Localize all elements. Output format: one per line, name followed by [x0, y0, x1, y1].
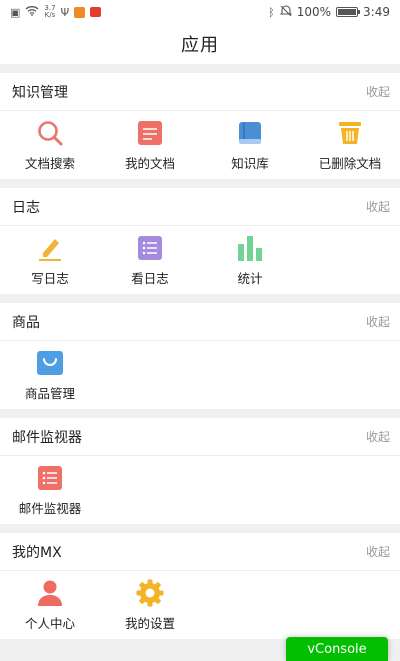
section-title: 日志	[12, 199, 40, 216]
collapse-button[interactable]: 收起	[366, 313, 390, 330]
app-item-label: 邮件监视器	[18, 500, 82, 516]
status-bar-left: ▣ 3.7 K/s Ψ	[10, 5, 102, 19]
battery-icon	[336, 7, 361, 17]
section-header: 知识管理 收起	[0, 73, 400, 111]
app-item-label: 个人中心	[24, 615, 75, 631]
section-header: 商品 收起	[0, 303, 400, 341]
status-bar: ▣ 3.7 K/s Ψ ᛒ 100% 3:49	[0, 0, 400, 24]
app-grid: 商品管理	[0, 341, 400, 409]
usb-icon: Ψ	[60, 5, 70, 19]
pencil-icon	[36, 234, 64, 262]
app-item[interactable]: 统计	[200, 234, 300, 287]
trash-icon	[336, 119, 364, 147]
section-log: 日志 收起 写日志 看日志 统计	[0, 188, 400, 294]
section-title: 我的MX	[12, 544, 62, 561]
app-grid: 文档搜索 我的文档 知识库 已删除文档	[0, 111, 400, 179]
search-icon	[36, 119, 64, 147]
app-item[interactable]: 知识库	[200, 119, 300, 172]
section-knowledge: 知识管理 收起 文档搜索 我的文档 知识库 已删除文档	[0, 73, 400, 179]
notification-icon: ▣	[10, 5, 21, 19]
section-my-mx: 我的MX 收起 个人中心 我的设置	[0, 533, 400, 639]
section-header: 日志 收起	[0, 188, 400, 226]
status-bar-right: ᛒ 100% 3:49	[268, 4, 390, 20]
app-item-label: 统计	[237, 270, 263, 286]
app-item-label: 我的设置	[124, 615, 175, 631]
collapse-button[interactable]: 收起	[366, 83, 390, 100]
clock: 3:49	[363, 5, 390, 19]
app-item-label: 知识库	[231, 155, 269, 171]
list-icon	[136, 234, 164, 262]
app-item-label: 已删除文档	[318, 155, 382, 171]
app-item[interactable]: 邮件监视器	[0, 464, 100, 517]
app-grid: 个人中心 我的设置	[0, 571, 400, 639]
section-title: 知识管理	[12, 84, 68, 101]
bluetooth-icon: ᛒ	[268, 5, 275, 19]
shopping-bag-icon	[36, 349, 64, 377]
app-item-label: 我的文档	[124, 155, 175, 171]
app-item[interactable]: 我的文档	[100, 119, 200, 172]
bar-chart-icon	[236, 234, 264, 262]
app-item-label: 商品管理	[24, 385, 75, 401]
person-icon	[36, 579, 64, 607]
app-item[interactable]: 已删除文档	[300, 119, 400, 172]
app-item[interactable]: 看日志	[100, 234, 200, 287]
app-item[interactable]: 个人中心	[0, 579, 100, 632]
document-icon	[136, 119, 164, 147]
collapse-button[interactable]: 收起	[366, 543, 390, 560]
app-item[interactable]: 商品管理	[0, 349, 100, 402]
header: 应用	[0, 24, 400, 64]
app-item-label: 看日志	[131, 270, 169, 286]
page-title: 应用	[181, 35, 219, 56]
section-title: 邮件监视器	[12, 429, 82, 446]
collapse-button[interactable]: 收起	[366, 198, 390, 215]
mute-icon	[279, 4, 293, 20]
section-header: 邮件监视器 收起	[0, 418, 400, 456]
app-item[interactable]: 我的设置	[100, 579, 200, 632]
list-icon	[36, 464, 64, 492]
app-grid: 邮件监视器	[0, 456, 400, 524]
app-item[interactable]: 文档搜索	[0, 119, 100, 172]
section-mail-monitor: 邮件监视器 收起 邮件监视器	[0, 418, 400, 524]
app-notification-icon-2	[90, 7, 102, 17]
vconsole-button[interactable]: vConsole	[286, 637, 388, 661]
app-grid: 写日志 看日志 统计	[0, 226, 400, 294]
section-header: 我的MX 收起	[0, 533, 400, 571]
app-sections: 知识管理 收起 文档搜索 我的文档 知识库 已删除文档 日志 收起 写日志 看日…	[0, 73, 400, 639]
app-item-label: 文档搜索	[24, 155, 75, 171]
section-goods: 商品 收起 商品管理	[0, 303, 400, 409]
app-notification-icon	[74, 6, 86, 18]
app-item[interactable]: 写日志	[0, 234, 100, 287]
battery-level	[338, 9, 357, 15]
network-speed-unit: K/s	[44, 11, 56, 19]
gear-icon	[136, 579, 164, 607]
network-speed: 3.7 K/s	[44, 5, 55, 19]
battery-percent: 100%	[296, 5, 332, 19]
wifi-icon	[25, 5, 39, 19]
app-item-label: 写日志	[31, 270, 69, 286]
section-title: 商品	[12, 314, 40, 331]
book-icon	[236, 119, 264, 147]
collapse-button[interactable]: 收起	[366, 428, 390, 445]
